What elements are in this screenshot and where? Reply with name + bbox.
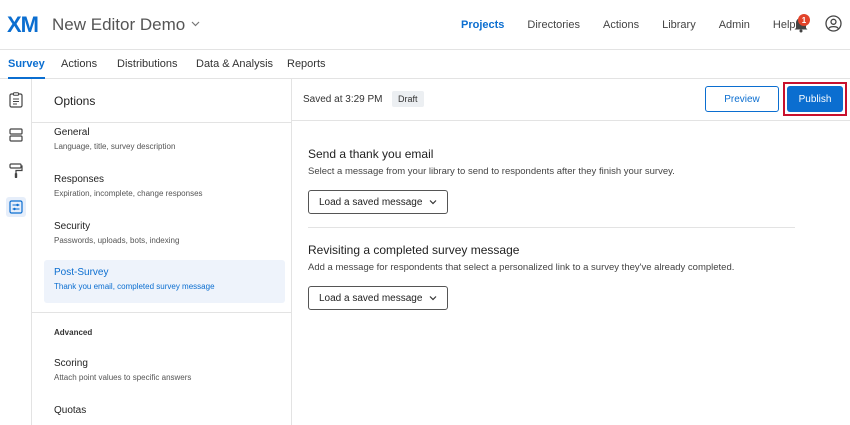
nav-directories[interactable]: Directories: [527, 19, 580, 31]
option-responses[interactable]: Responses Expiration, incomplete, change…: [44, 169, 285, 203]
section-title: Revisiting a completed survey message: [308, 243, 520, 257]
option-title: Security: [54, 221, 91, 232]
completed-survey-message-section: Revisiting a completed survey message Ad…: [308, 243, 818, 310]
nav-library[interactable]: Library: [662, 19, 696, 31]
top-nav: Projects Directories Actions Library Adm…: [461, 0, 819, 50]
notification-badge: 1: [798, 14, 810, 26]
survey-icon[interactable]: [6, 90, 26, 110]
chevron-down-icon: [429, 198, 437, 206]
options-title: Options: [54, 94, 96, 108]
option-desc: Attach point values to specific answers: [54, 373, 192, 382]
option-title: Quotas: [54, 405, 87, 416]
section-desc: Add a message for respondents that selec…: [308, 262, 735, 273]
preview-button[interactable]: Preview: [705, 86, 779, 112]
load-saved-message-button[interactable]: Load a saved message: [308, 190, 449, 214]
thank-you-email-section: Send a thank you email Select a message …: [308, 147, 818, 214]
option-desc: Thank you email, completed survey messag…: [54, 282, 215, 291]
option-general[interactable]: General Language, title, survey descript…: [44, 122, 285, 156]
options-icon[interactable]: [6, 197, 26, 217]
option-post-survey[interactable]: Post-Survey Thank you email, completed s…: [44, 260, 285, 303]
option-title: Responses: [54, 174, 105, 185]
tab-distributions[interactable]: Distributions: [117, 50, 178, 79]
paint-roller-icon[interactable]: [6, 161, 26, 181]
button-label: Load a saved message: [319, 292, 423, 304]
option-security[interactable]: Security Passwords, uploads, bots, index…: [44, 216, 285, 250]
user-account-icon[interactable]: [825, 15, 842, 32]
saved-status: Saved at 3:29 PM: [303, 94, 383, 105]
tool-rail: [0, 79, 32, 425]
project-title: New Editor Demo: [52, 14, 186, 34]
blocks-icon[interactable]: [6, 125, 26, 145]
option-title: Scoring: [54, 358, 88, 369]
button-label: Load a saved message: [319, 196, 423, 208]
xm-logo[interactable]: XM: [7, 12, 39, 38]
option-title: General: [54, 127, 90, 138]
advanced-section-label: Advanced: [54, 328, 93, 337]
tab-data-analysis[interactable]: Data & Analysis: [196, 50, 273, 79]
divider: [32, 312, 292, 313]
nav-admin[interactable]: Admin: [719, 19, 750, 31]
tab-bar: Survey Actions Distributions Data & Anal…: [0, 50, 850, 79]
status-bar: Saved at 3:29 PM Draft Preview Publish: [292, 79, 850, 121]
draft-badge: Draft: [392, 91, 424, 107]
section-desc: Select a message from your library to se…: [308, 166, 675, 177]
publish-button[interactable]: Publish: [787, 86, 843, 112]
chevron-down-icon: [191, 19, 200, 30]
top-header: XM New Editor Demo Projects Directories …: [0, 0, 850, 50]
nav-actions[interactable]: Actions: [603, 19, 639, 31]
publish-highlight: Publish: [783, 82, 847, 116]
main-content: Saved at 3:29 PM Draft Preview Publish S…: [292, 79, 850, 425]
options-panel: Options General Language, title, survey …: [32, 79, 292, 425]
nav-projects[interactable]: Projects: [461, 19, 504, 31]
project-title-dropdown[interactable]: New Editor Demo: [52, 15, 200, 35]
option-desc: Expiration, incomplete, change responses: [54, 189, 203, 198]
divider: [308, 227, 795, 228]
option-desc: Language, title, survey description: [54, 142, 176, 151]
tab-survey[interactable]: Survey: [8, 50, 45, 79]
section-title: Send a thank you email: [308, 147, 434, 161]
option-title: Post-Survey: [54, 267, 109, 278]
chevron-down-icon: [429, 294, 437, 302]
tab-reports[interactable]: Reports: [287, 50, 326, 79]
load-saved-message-button[interactable]: Load a saved message: [308, 286, 449, 310]
option-desc: Passwords, uploads, bots, indexing: [54, 236, 180, 245]
option-scoring[interactable]: Scoring Attach point values to specific …: [44, 353, 285, 387]
option-quotas[interactable]: Quotas: [44, 400, 285, 421]
tab-actions[interactable]: Actions: [61, 50, 97, 79]
